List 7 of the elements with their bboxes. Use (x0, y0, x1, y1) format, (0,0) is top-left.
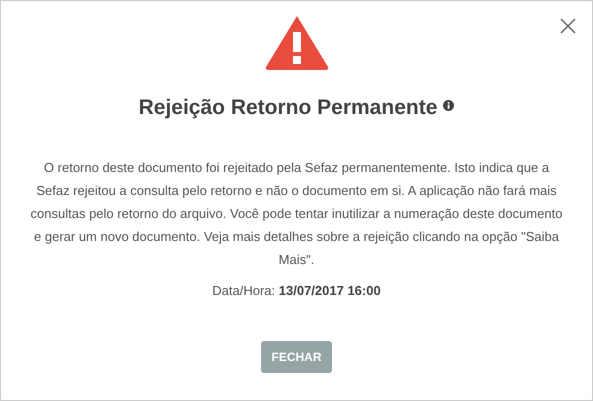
timestamp-text: Data/Hora: 13/07/2017 16:00 (212, 283, 381, 298)
dialog-title: Rejeição Retorno Permanente (138, 96, 438, 120)
close-button[interactable] (559, 17, 577, 35)
info-icon[interactable] (443, 100, 454, 110)
close-dialog-button[interactable]: FECHAR (261, 341, 332, 373)
warning-icon (264, 14, 330, 71)
message-text: O retorno deste documento foi rejeitado pela Sefaz permanentemente. Isto indica que a Sefaz rejeitou a consulta pelo retorno e não o documento em si. A aplicação não fará mais consultas pelo retorno do arquivo. Você pode tentar inutilizar a numeração deste documento e gerar um novo documento. Veja mais detalhes sobre a rejeição clicando na opção "Saiba Mais". (30, 159, 564, 269)
